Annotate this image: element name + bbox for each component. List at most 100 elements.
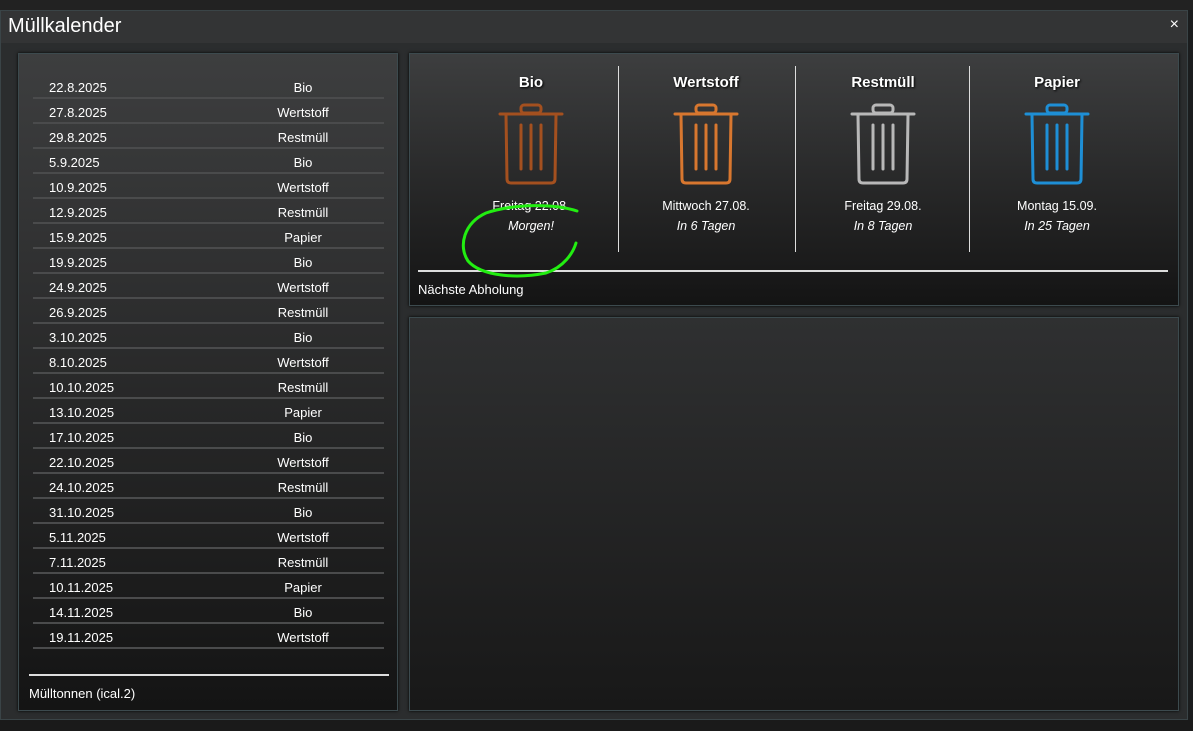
bin-name: Papier	[1034, 74, 1080, 91]
pickup-type: Restmüll	[277, 555, 329, 570]
list-item: 24.10.2025 Restmüll	[33, 474, 384, 499]
pickup-date: 14.11.2025	[49, 605, 114, 620]
list-footer: Mülltonnen (ical.2)	[29, 674, 389, 701]
pickup-date: 10.11.2025	[49, 580, 114, 595]
bin-next-date: Freitag 22.08.	[492, 199, 570, 213]
list-footer-label: Mülltonnen (ical.2)	[29, 686, 136, 701]
pickup-date: 15.9.2025	[49, 230, 107, 245]
background-dashboard	[0, 0, 1193, 10]
bin-name: Bio	[518, 74, 544, 91]
list-item: 12.9.2025 Restmüll	[33, 199, 384, 224]
list-item: 26.9.2025 Restmüll	[33, 299, 384, 324]
pickup-date: 24.9.2025	[49, 280, 107, 295]
pickup-date: 10.9.2025	[49, 180, 107, 195]
list-item: 5.11.2025 Wertstoff	[33, 524, 384, 549]
list-item: 24.9.2025 Wertstoff	[33, 274, 384, 299]
pickup-list-panel: 22.8.2025 Bio 27.8.2025 Wertstoff 29.8.2025 R…	[18, 53, 398, 711]
pickup-date: 29.8.2025	[49, 130, 107, 145]
list-item: 19.9.2025 Bio	[33, 249, 384, 274]
list-item: 8.10.2025 Wertstoff	[33, 349, 384, 374]
bin-column-3: Papier Montag 15.09. In 25 Tagen	[969, 66, 1145, 233]
pickup-type: Wertstoff	[277, 530, 329, 545]
pickup-type: Bio	[293, 155, 313, 170]
trash-bin-icon	[1024, 103, 1090, 185]
pickup-type: Wertstoff	[277, 630, 329, 645]
list-item: 22.8.2025 Bio	[33, 74, 384, 99]
column-divider	[969, 66, 970, 252]
list-item: 27.8.2025 Wertstoff	[33, 99, 384, 124]
pickup-date: 12.9.2025	[49, 205, 107, 220]
list-item: 14.11.2025 Bio	[33, 599, 384, 624]
dialog-titlebar: Müllkalender ×	[1, 11, 1187, 43]
trash-bin-icon	[498, 103, 564, 185]
pickup-date: 31.10.2025	[49, 505, 115, 520]
bin-next-date: Freitag 29.08.	[844, 199, 922, 213]
list-item: 22.10.2025 Wertstoff	[33, 449, 384, 474]
pickup-type: Bio	[293, 605, 313, 620]
pickup-type: Papier	[284, 230, 322, 245]
pickup-date: 5.11.2025	[49, 530, 106, 545]
pickup-type: Restmüll	[277, 205, 329, 220]
pickup-date: 27.8.2025	[49, 105, 107, 120]
pickup-type: Wertstoff	[277, 105, 329, 120]
bin-next-date: Montag 15.09.	[1017, 199, 1097, 213]
background-dashboard-bottom	[0, 720, 1193, 731]
bin-relative-time: In 8 Tagen	[853, 219, 913, 233]
next-pickup-panel: Bio Freitag 22.08. Morgen! Wertstoff Mitt…	[409, 53, 1179, 306]
pickup-date: 17.10.2025	[49, 430, 115, 445]
pickup-type: Restmüll	[277, 305, 329, 320]
pickup-date: 8.10.2025	[49, 355, 107, 370]
pickup-type: Bio	[293, 255, 313, 270]
bin-column-0: Bio Freitag 22.08. Morgen!	[443, 66, 619, 233]
list-item: 5.9.2025 Bio	[33, 149, 384, 174]
empty-panel	[409, 317, 1179, 711]
column-divider	[618, 66, 619, 252]
pickup-date: 5.9.2025	[49, 155, 100, 170]
list-item: 29.8.2025 Restmüll	[33, 124, 384, 149]
pickup-date: 19.9.2025	[49, 255, 107, 270]
list-item: 17.10.2025 Bio	[33, 424, 384, 449]
list-item: 10.11.2025 Papier	[33, 574, 384, 599]
bin-column-1: Wertstoff Mittwoch 27.08. In 6 Tagen	[618, 66, 794, 233]
dialog-title: Müllkalender	[8, 15, 122, 37]
trash-bin-icon	[673, 103, 739, 185]
pickup-date: 10.10.2025	[49, 380, 115, 395]
list-item: 13.10.2025 Papier	[33, 399, 384, 424]
pickup-date: 7.11.2025	[49, 555, 106, 570]
pickup-type: Papier	[284, 405, 322, 420]
bin-relative-time: Morgen!	[508, 219, 554, 233]
pickup-date: 26.9.2025	[49, 305, 107, 320]
pickup-date: 22.8.2025	[49, 80, 107, 95]
pickup-type: Bio	[293, 430, 313, 445]
bin-next-date: Mittwoch 27.08.	[662, 199, 750, 213]
pickup-date: 19.11.2025	[49, 630, 114, 645]
list-item: 7.11.2025 Restmüll	[33, 549, 384, 574]
pickup-date: 13.10.2025	[49, 405, 115, 420]
pickup-type: Wertstoff	[277, 355, 329, 370]
list-item: 10.10.2025 Restmüll	[33, 374, 384, 399]
pickup-type: Restmüll	[277, 480, 329, 495]
list-item: 3.10.2025 Bio	[33, 324, 384, 349]
bin-name: Wertstoff	[673, 74, 739, 91]
pickup-list: 22.8.2025 Bio 27.8.2025 Wertstoff 29.8.2025 R…	[33, 74, 384, 649]
next-pickup-footer: Nächste Abholung	[418, 270, 1168, 297]
pickup-type: Bio	[293, 330, 313, 345]
pickup-type: Wertstoff	[277, 455, 329, 470]
column-divider	[795, 66, 796, 252]
list-item: 10.9.2025 Wertstoff	[33, 174, 384, 199]
list-item: 15.9.2025 Papier	[33, 224, 384, 249]
muellkalender-dialog: Müllkalender × 22.8.2025 Bio 27.8.2025 Wert…	[0, 10, 1188, 720]
pickup-date: 3.10.2025	[49, 330, 107, 345]
trash-bin-icon	[850, 103, 916, 185]
pickup-type: Restmüll	[277, 130, 329, 145]
pickup-type: Bio	[293, 505, 313, 520]
pickup-type: Wertstoff	[277, 180, 329, 195]
pickup-type: Wertstoff	[277, 280, 329, 295]
pickup-type: Bio	[293, 80, 313, 95]
list-item: 19.11.2025 Wertstoff	[33, 624, 384, 649]
list-item: 31.10.2025 Bio	[33, 499, 384, 524]
next-pickup-footer-label: Nächste Abholung	[418, 282, 524, 297]
close-icon[interactable]: ×	[1170, 16, 1179, 34]
pickup-date: 24.10.2025	[49, 480, 115, 495]
bin-column-2: Restmüll Freitag 29.08. In 8 Tagen	[795, 66, 971, 233]
